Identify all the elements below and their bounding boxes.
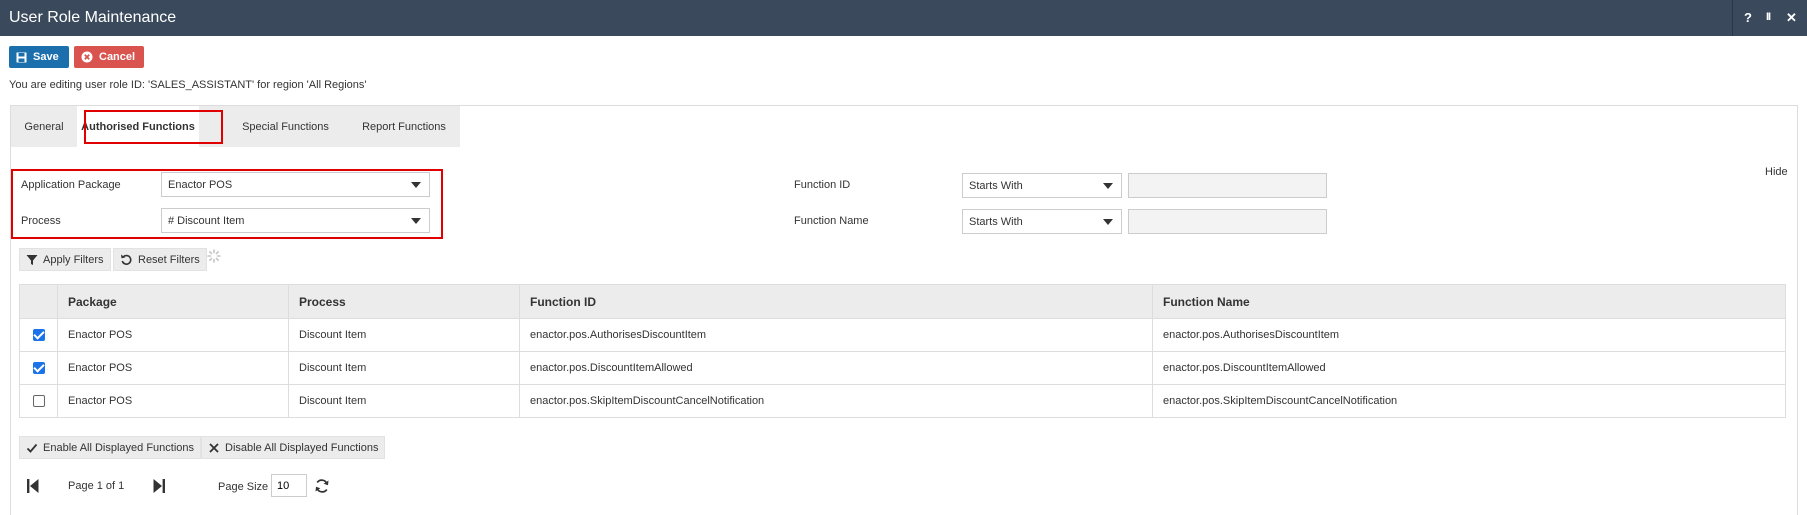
function-id-label: Function ID xyxy=(794,179,851,191)
select-column-header xyxy=(19,284,58,319)
application-package-select[interactable]: Enactor POS xyxy=(161,172,430,197)
application-package-label: Application Package xyxy=(21,179,121,191)
tab-special-functions-label: Special Functions xyxy=(242,120,329,133)
function-name-label: Function Name xyxy=(794,215,869,227)
refresh-icon[interactable] xyxy=(314,478,330,494)
function-id-operator-select[interactable]: Starts With xyxy=(962,173,1122,198)
first-page-icon[interactable] xyxy=(27,479,39,493)
function-id-cell: enactor.pos.DiscountItemAllowed xyxy=(519,351,1153,385)
function-id-cell: enactor.pos.SkipItemDiscountCancelNotifi… xyxy=(519,384,1153,418)
loading-spinner-icon xyxy=(207,249,221,263)
check-icon xyxy=(26,443,38,453)
function-id-cell: enactor.pos.AuthorisesDiscountItem xyxy=(519,318,1153,352)
function-name-cell: enactor.pos.DiscountItemAllowed xyxy=(1152,351,1786,385)
save-button-label: Save xyxy=(33,51,59,63)
table-row: Enactor POS Discount Item enactor.pos.Au… xyxy=(19,318,1786,352)
table-row: Enactor POS Discount Item enactor.pos.Di… xyxy=(19,351,1786,385)
process-cell: Discount Item xyxy=(288,384,520,418)
process-cell: Discount Item xyxy=(288,351,520,385)
tab-report-functions-label: Report Functions xyxy=(362,120,446,133)
function-name-operator-value: Starts With xyxy=(969,215,1023,228)
function-name-operator-select[interactable]: Starts With xyxy=(962,209,1122,234)
apply-filters-button[interactable]: Apply Filters xyxy=(19,248,111,271)
table-row: Enactor POS Discount Item enactor.pos.Sk… xyxy=(19,384,1786,418)
undo-icon xyxy=(121,254,132,265)
process-label: Process xyxy=(21,215,61,227)
close-icon[interactable]: ✕ xyxy=(1786,10,1797,26)
package-cell: Enactor POS xyxy=(57,318,289,352)
enable-all-displayed-button[interactable]: Enable All Displayed Functions xyxy=(19,436,202,459)
save-button[interactable]: Save xyxy=(9,46,69,68)
title-bar: User Role Maintenance ? II ✕ xyxy=(0,0,1807,36)
chevron-down-icon xyxy=(1103,183,1113,189)
process-value: # Discount Item xyxy=(168,214,245,227)
process-select[interactable]: # Discount Item xyxy=(161,208,430,233)
function-name-input[interactable] xyxy=(1128,209,1327,234)
function-id-input[interactable] xyxy=(1128,173,1327,198)
window-controls: ? II ✕ xyxy=(1732,0,1807,36)
x-icon xyxy=(209,442,219,453)
page-indicator: Page 1 of 1 xyxy=(68,480,125,492)
tab-authorised-functions[interactable]: Authorised Functions xyxy=(77,106,199,147)
column-header-process[interactable]: Process xyxy=(288,284,520,319)
editing-message: You are editing user role ID: 'SALES_ASS… xyxy=(9,79,367,91)
window-title: User Role Maintenance xyxy=(9,9,177,26)
function-id-operator-value: Starts With xyxy=(969,179,1023,192)
hide-filters-link[interactable]: Hide xyxy=(1765,166,1788,178)
tab-general-label: General xyxy=(24,120,64,133)
help-icon[interactable]: ? xyxy=(1744,10,1752,25)
cancel-button-label: Cancel xyxy=(99,51,136,63)
functions-table: Package Process Function ID Function Nam… xyxy=(19,284,1786,418)
chevron-down-icon xyxy=(411,218,421,224)
function-name-cell: enactor.pos.SkipItemDiscountCancelNotifi… xyxy=(1152,384,1786,418)
last-page-icon[interactable] xyxy=(153,479,165,493)
function-name-cell: enactor.pos.AuthorisesDiscountItem xyxy=(1152,318,1786,352)
cancel-circle-icon xyxy=(81,51,93,63)
enable-all-displayed-label: Enable All Displayed Functions xyxy=(43,441,195,454)
package-cell: Enactor POS xyxy=(57,351,289,385)
reset-filters-label: Reset Filters xyxy=(138,253,200,266)
table-header-row: Package Process Function ID Function Nam… xyxy=(19,284,1786,319)
column-header-package[interactable]: Package xyxy=(57,284,289,319)
row-checkbox[interactable] xyxy=(32,395,45,408)
row-checkbox-cell xyxy=(19,384,58,418)
pause-icon[interactable]: II xyxy=(1766,11,1771,23)
application-package-value: Enactor POS xyxy=(168,178,233,191)
tab-general[interactable]: General xyxy=(11,106,77,147)
apply-filters-label: Apply Filters xyxy=(43,253,104,266)
package-cell: Enactor POS xyxy=(57,384,289,418)
tab-report-functions[interactable]: Report Functions xyxy=(350,106,458,147)
row-checkbox[interactable] xyxy=(32,362,45,375)
tab-bar: General Authorised Functions Special Fun… xyxy=(11,106,460,147)
row-checkbox[interactable] xyxy=(32,329,45,342)
filter-icon xyxy=(26,254,38,265)
row-checkbox-cell xyxy=(19,351,58,385)
column-header-function-name[interactable]: Function Name xyxy=(1152,284,1786,319)
disable-all-displayed-button[interactable]: Disable All Displayed Functions xyxy=(201,436,386,459)
disable-all-displayed-label: Disable All Displayed Functions xyxy=(225,441,379,454)
row-checkbox-cell xyxy=(19,318,58,352)
reset-filters-button[interactable]: Reset Filters xyxy=(113,248,207,271)
cancel-button[interactable]: Cancel xyxy=(74,46,144,68)
chevron-down-icon xyxy=(1103,219,1113,225)
column-header-function-id[interactable]: Function ID xyxy=(519,284,1153,319)
page-size-label: Page Size xyxy=(218,481,269,493)
chevron-down-icon xyxy=(411,182,421,188)
floppy-disk-icon xyxy=(16,52,27,62)
tab-authorised-functions-label: Authorised Functions xyxy=(81,120,195,133)
page-size-input[interactable] xyxy=(271,474,307,497)
process-cell: Discount Item xyxy=(288,318,520,352)
tab-special-functions[interactable]: Special Functions xyxy=(227,106,344,147)
